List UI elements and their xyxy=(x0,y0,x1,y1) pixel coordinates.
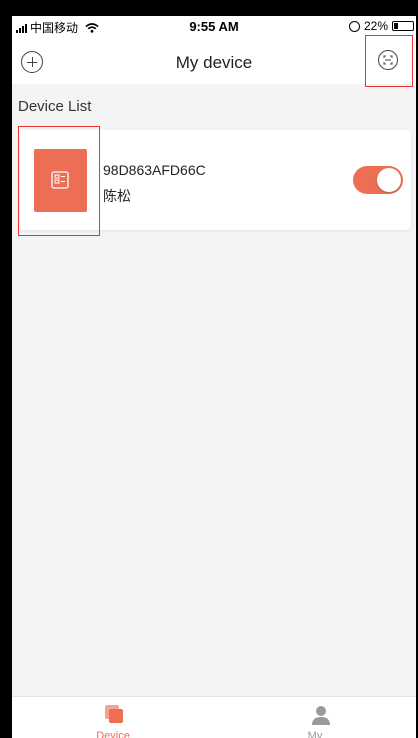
highlight-box-thumbnail xyxy=(18,126,100,236)
tab-device-label: Device xyxy=(96,730,130,738)
rotation-lock-icon xyxy=(348,20,360,32)
toggle-knob xyxy=(377,168,401,192)
person-icon xyxy=(312,706,330,725)
battery-icon xyxy=(392,21,414,31)
device-tab-icon xyxy=(105,705,123,723)
status-bar: 中国移动 9:55 AM 22% xyxy=(12,16,416,38)
section-title: Device List xyxy=(18,98,92,115)
nav-bar: My device xyxy=(12,35,416,87)
tab-my-label: My xyxy=(307,730,323,738)
tab-device[interactable]: Device xyxy=(12,697,214,738)
device-name: 陈松 xyxy=(103,188,131,204)
device-id: 98D863AFD66C xyxy=(103,162,206,178)
highlight-box-scan xyxy=(365,35,413,87)
app-screen: 中国移动 9:55 AM 22% My device Device List 9… xyxy=(12,16,416,738)
battery-percent: 22% xyxy=(363,19,388,33)
device-power-toggle[interactable] xyxy=(353,166,403,194)
scan-icon[interactable] xyxy=(378,50,398,70)
tab-my[interactable]: My xyxy=(214,697,416,738)
page-title: My device xyxy=(175,53,253,72)
tab-bar: Device My xyxy=(12,696,416,738)
